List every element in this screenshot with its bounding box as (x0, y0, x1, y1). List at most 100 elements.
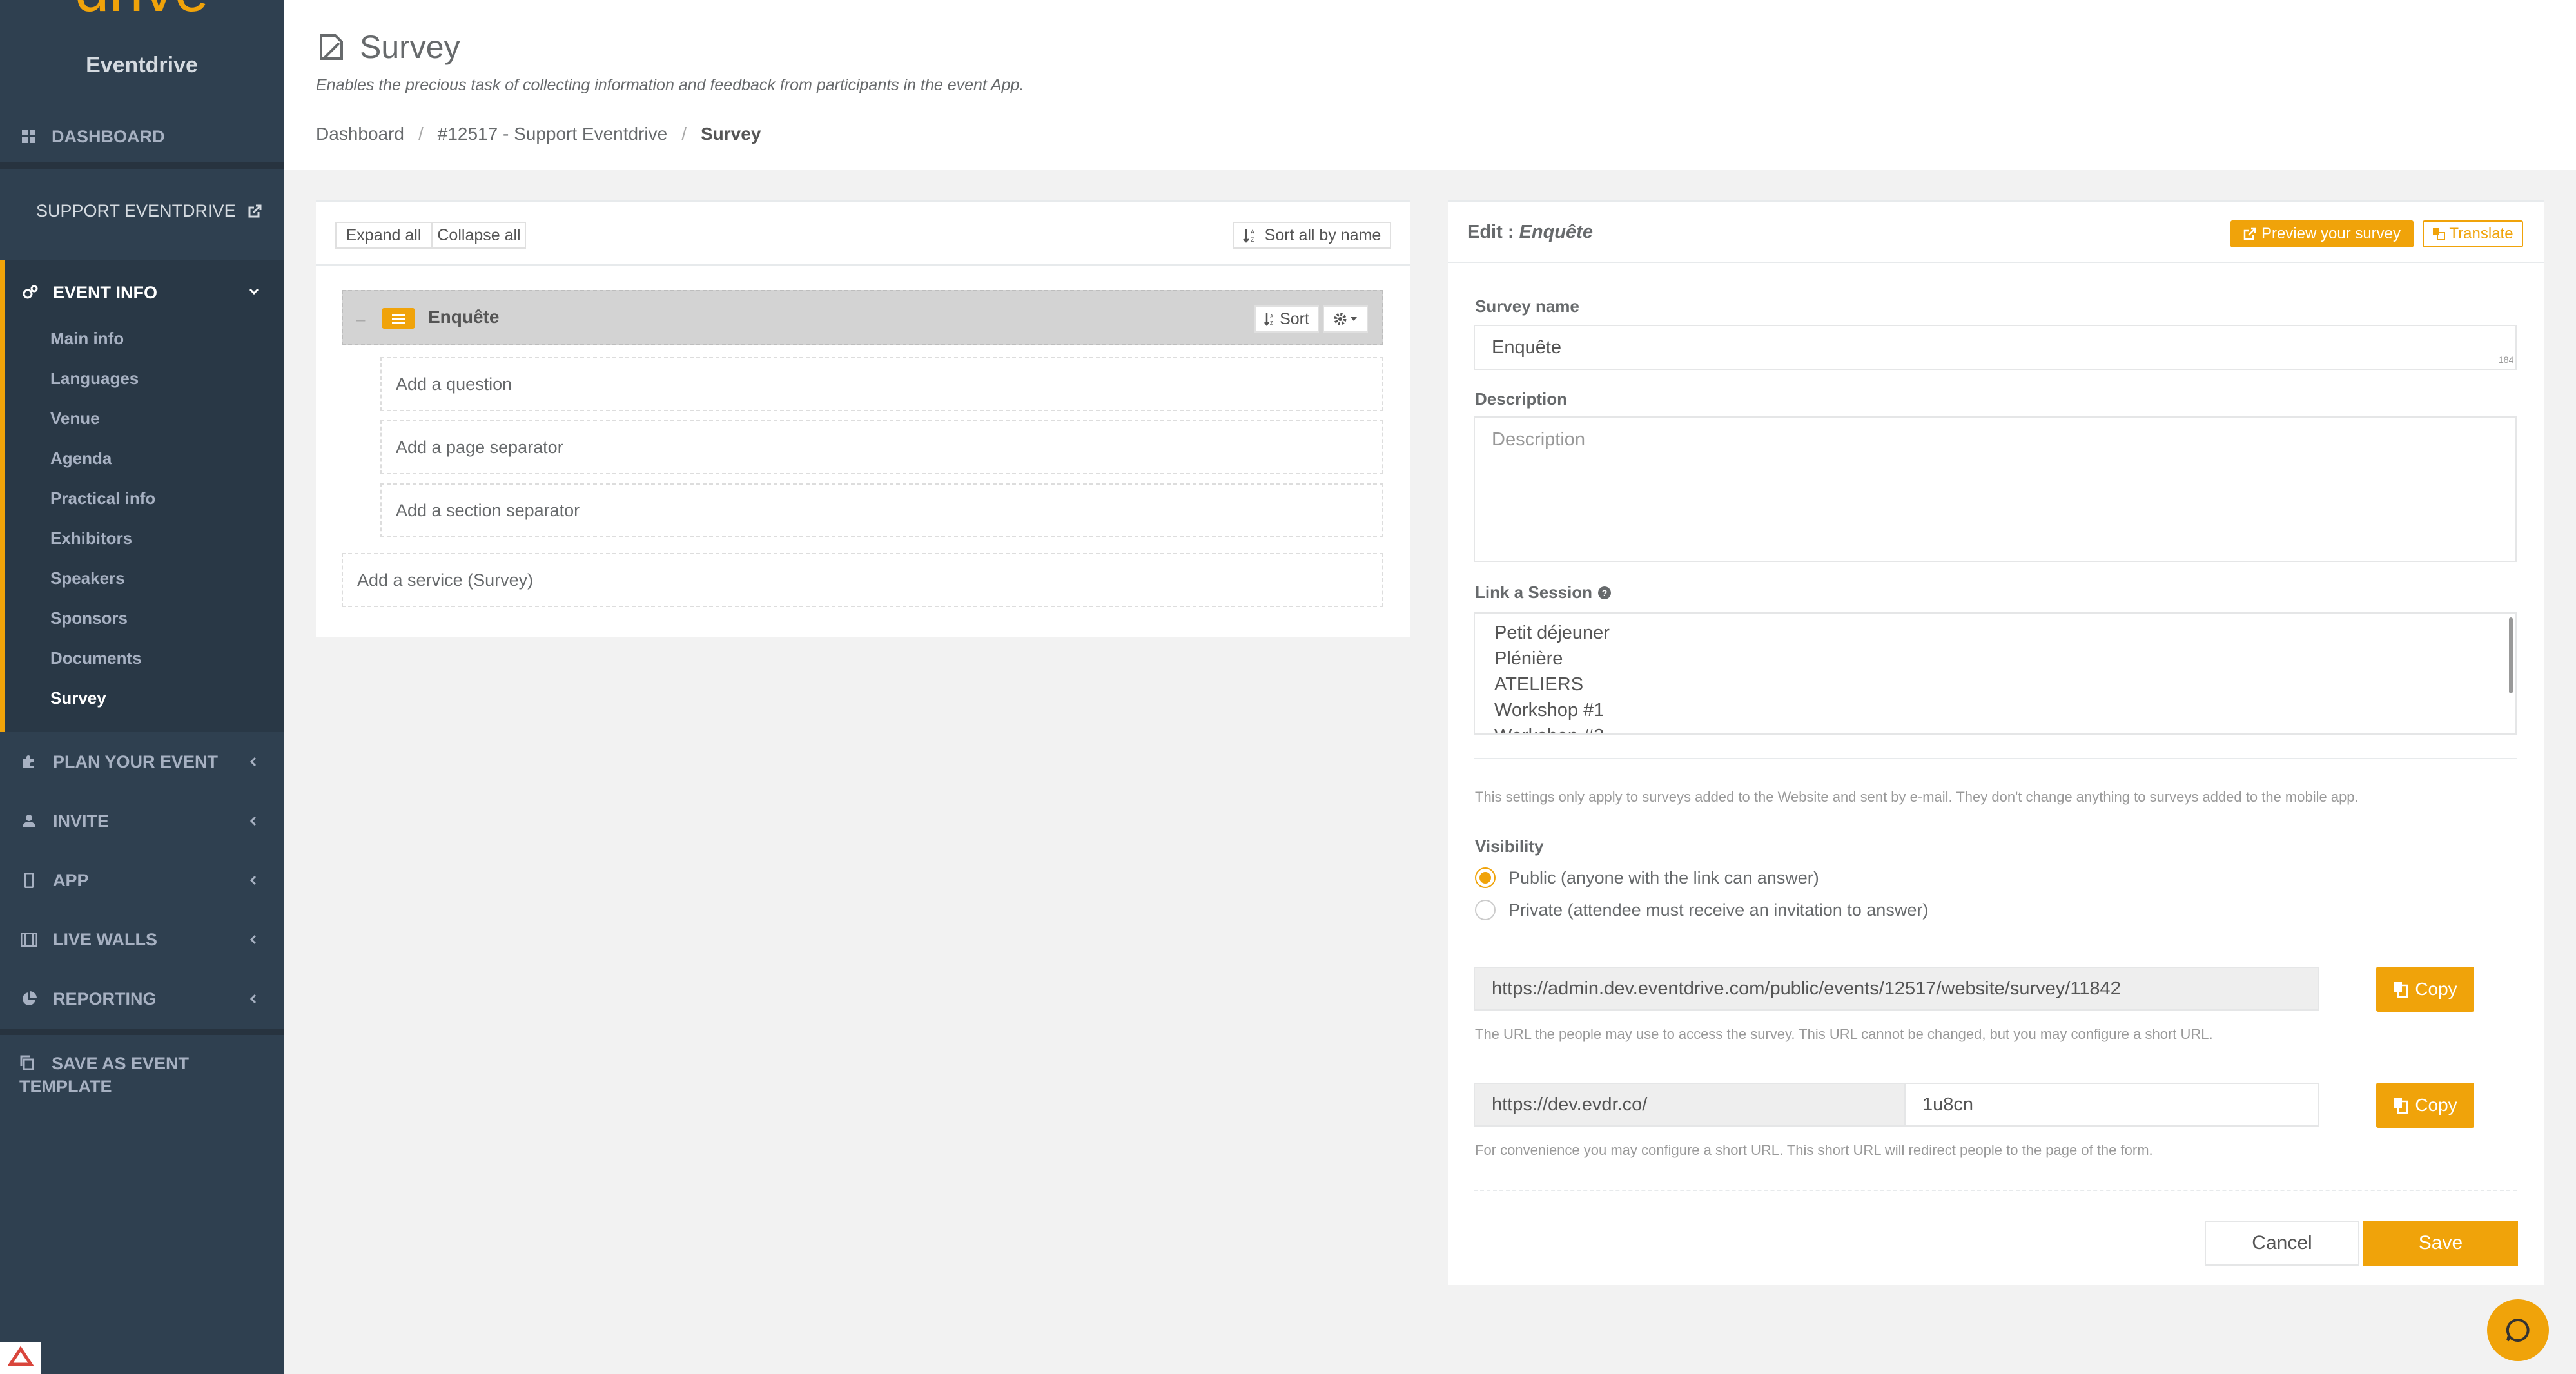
public-url-note: The URL the people may use to access the… (1475, 1026, 2213, 1042)
sidebar-item-venue[interactable]: Venue (50, 409, 100, 429)
sidebar-item-agenda[interactable]: Agenda (50, 449, 112, 469)
session-option[interactable]: Workshop #2 (1494, 726, 1604, 733)
breadcrumb-separator: / (418, 124, 424, 144)
breadcrumb-dashboard[interactable]: Dashboard (316, 124, 404, 144)
nav-dashboard-label: DASHBOARD (52, 126, 165, 146)
breadcrumb-event[interactable]: #12517 - Support Eventdrive (438, 124, 667, 144)
add-section-separator-button[interactable]: Add a section separator (380, 483, 1383, 537)
char-counter: 184 (2499, 354, 2514, 365)
widget-logo-icon[interactable] (0, 1342, 41, 1374)
breadcrumb-separator: / (681, 124, 687, 144)
copy-icon (2393, 1097, 2408, 1114)
app-logo: drive (0, 0, 284, 26)
save-button[interactable]: Save (2363, 1221, 2518, 1266)
copy-label: Copy (2415, 1095, 2457, 1115)
svg-text:A: A (1251, 229, 1254, 235)
visibility-public-option[interactable]: Public (anyone with the link can answer) (1475, 867, 1819, 888)
sidebar-item-documents[interactable]: Documents (50, 648, 142, 668)
cancel-button[interactable]: Cancel (2205, 1221, 2359, 1266)
description-label: Description (1475, 389, 1568, 409)
survey-tree-panel: Expand all Collapse all AZ Sort all by n… (316, 200, 1410, 637)
nav-reporting-label: REPORTING (53, 989, 157, 1009)
radio-unselected[interactable] (1475, 900, 1496, 920)
chevron-down-icon (248, 282, 260, 302)
nav-plan-label: PLAN YOUR EVENT (53, 751, 219, 771)
visibility-public-label: Public (anyone with the link can answer) (1508, 867, 1819, 887)
nav-live-walls[interactable]: LIVE WALLS (0, 920, 284, 959)
public-url-field[interactable]: https://admin.dev.eventdrive.com/public/… (1474, 967, 2319, 1011)
nav-invite[interactable]: INVITE (0, 802, 284, 840)
brand-name: Eventdrive (86, 53, 198, 77)
session-multiselect[interactable]: Petit déjeuner Plénière ATELIERS Worksho… (1474, 612, 2517, 735)
nav-app[interactable]: APP (0, 861, 284, 900)
survey-node-name: Enquête (428, 307, 500, 327)
expand-all-button[interactable]: Expand all (335, 222, 432, 249)
sidebar-item-languages[interactable]: Languages (50, 369, 139, 389)
breadcrumb: Dashboard / #12517 - Support Eventdrive … (316, 124, 761, 144)
tree-toolbar: Expand all Collapse all AZ Sort all by n… (316, 202, 1410, 266)
nav-plan-your-event[interactable]: PLAN YOUR EVENT (0, 742, 284, 781)
chevron-left-icon (248, 752, 259, 772)
nav-event-info-section: EVENT INFO Main info Languages Venue Age… (0, 260, 284, 732)
chat-icon (2504, 1316, 2532, 1344)
page-title-text: Survey (360, 29, 460, 65)
edit-title-name: Enquête (1519, 222, 1593, 242)
list-icon (382, 308, 415, 329)
preview-survey-button[interactable]: Preview your survey (2230, 220, 2414, 247)
nav-event-info[interactable]: EVENT INFO (5, 273, 284, 312)
survey-name-input[interactable]: Enquête (1474, 325, 2517, 370)
grid-icon (19, 127, 39, 146)
sort-button[interactable]: AZ Sort (1254, 305, 1319, 333)
sort-icon: AZ (1242, 227, 1257, 243)
svg-text:Z: Z (1270, 320, 1273, 326)
description-textarea[interactable]: Description (1474, 416, 2517, 562)
users-icon (19, 811, 39, 831)
collapse-all-button[interactable]: Collapse all (432, 222, 526, 249)
settings-dropdown-button[interactable] (1323, 305, 1368, 333)
sidebar-item-main-info[interactable]: Main info (50, 329, 124, 349)
edit-title-prefix: Edit : (1467, 222, 1514, 242)
mobile-icon (19, 871, 39, 890)
help-icon[interactable]: ? (1597, 586, 1612, 600)
add-question-button[interactable]: Add a question (380, 357, 1383, 411)
svg-text:?: ? (1602, 588, 1608, 598)
survey-name-label: Survey name (1475, 296, 1579, 316)
film-icon (19, 930, 39, 949)
sort-all-button[interactable]: AZ Sort all by name (1233, 222, 1391, 249)
copy-short-url-button[interactable]: Copy (2376, 1083, 2474, 1128)
nav-divider (0, 1029, 284, 1035)
session-option[interactable]: Workshop #1 (1494, 700, 1604, 721)
nav-dashboard[interactable]: DASHBOARD (0, 110, 284, 164)
page-title: Survey (316, 28, 460, 66)
sidebar-item-practical-info[interactable]: Practical info (50, 489, 155, 508)
listbox-scrollbar[interactable] (2509, 617, 2513, 693)
translate-button[interactable]: Translate (2423, 220, 2523, 247)
sidebar-item-exhibitors[interactable]: Exhibitors (50, 528, 132, 548)
survey-tree-node[interactable]: – Enquête AZ Sort (342, 290, 1383, 345)
translate-icon (2432, 227, 2446, 240)
sidebar-item-survey[interactable]: Survey (50, 688, 106, 708)
session-option[interactable]: Petit déjeuner (1494, 623, 1610, 644)
edit-panel-title: Edit : Enquête (1467, 222, 1593, 243)
short-url-input[interactable]: 1u8cn (1904, 1083, 2319, 1127)
session-option[interactable]: ATELIERS (1494, 674, 1583, 695)
copy-icon (2393, 981, 2408, 998)
page-subtitle: Enables the precious task of collecting … (316, 76, 1024, 94)
add-service-button[interactable]: Add a service (Survey) (342, 553, 1383, 607)
sidebar-item-sponsors[interactable]: Sponsors (50, 608, 128, 628)
collapse-icon[interactable]: – (356, 309, 365, 329)
visibility-private-option[interactable]: Private (attendee must receive an invita… (1475, 900, 1928, 920)
nav-support-link[interactable]: SUPPORT EVENTDRIVE (36, 201, 263, 221)
add-page-separator-button[interactable]: Add a page separator (380, 420, 1383, 474)
chevron-left-icon (248, 811, 259, 831)
sidebar-item-speakers[interactable]: Speakers (50, 568, 125, 588)
save-template-label-2: TEMPLATE (19, 1077, 112, 1096)
edit-panel-header: Edit : Enquête Preview your survey Trans… (1448, 202, 2544, 263)
copy-public-url-button[interactable]: Copy (2376, 967, 2474, 1012)
nav-reporting[interactable]: REPORTING (0, 980, 284, 1018)
save-template-label-1: SAVE AS EVENT (52, 1054, 190, 1073)
session-option[interactable]: Plénière (1494, 648, 1563, 670)
nav-save-as-template[interactable]: SAVE AS EVENT TEMPLATE (19, 1052, 271, 1098)
radio-selected[interactable] (1475, 867, 1496, 888)
chat-button[interactable] (2487, 1299, 2549, 1361)
